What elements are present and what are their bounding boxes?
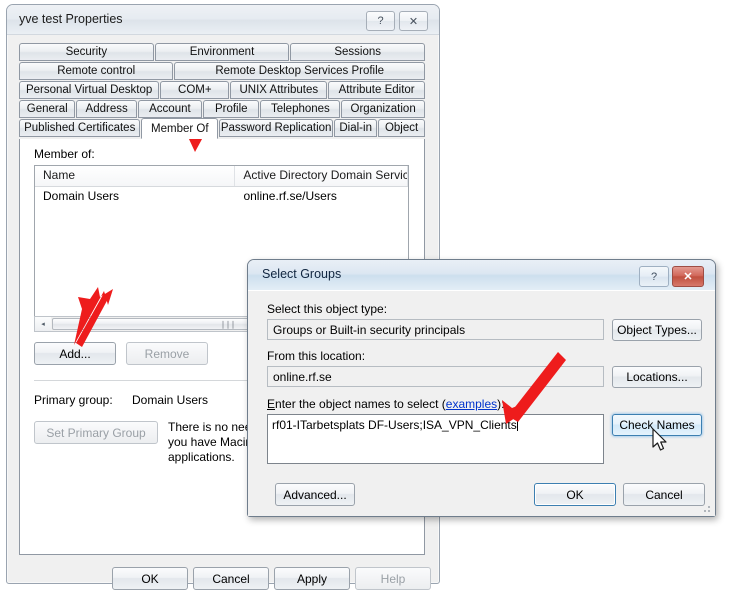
properties-titlebar[interactable]: yve test Properties ? ✕: [7, 5, 439, 35]
tab-remote-desktop-services-profile[interactable]: Remote Desktop Services Profile: [174, 62, 425, 80]
advanced-button[interactable]: Advanced...: [275, 483, 355, 506]
tab-remote-control[interactable]: Remote control: [19, 62, 174, 80]
close-icon[interactable]: ✕: [399, 11, 428, 31]
resize-grip[interactable]: [700, 502, 712, 514]
tab-row: General Address Account Profile Telephones Or…: [19, 100, 425, 118]
object-types-button[interactable]: Object Types...: [612, 319, 702, 341]
tab-row: Published Certificates Member Of Password …: [19, 118, 425, 139]
add-button[interactable]: Add...: [34, 342, 116, 365]
object-names-input[interactable]: rf01-ITarbetsplats DF-Users;ISA_VPN_Clie…: [267, 414, 604, 464]
tab-environment[interactable]: Environment: [154, 43, 290, 61]
tab-strip: Security Environment Sessions Remote contro…: [19, 43, 426, 139]
tab-telephones[interactable]: Telephones: [260, 100, 341, 118]
apply-button[interactable]: Apply: [274, 567, 350, 590]
tab-security[interactable]: Security: [19, 43, 154, 61]
tab-password-replication[interactable]: Password Replication: [219, 119, 334, 137]
tab-profile[interactable]: Profile: [203, 100, 260, 118]
ok-button[interactable]: OK: [112, 567, 188, 590]
object-names-value: rf01-ITarbetsplats DF-Users;ISA_VPN_Clie…: [272, 418, 517, 432]
tab-object[interactable]: Object: [378, 119, 425, 137]
help-icon[interactable]: ?: [639, 266, 669, 287]
object-type-field[interactable]: Groups or Built-in security principals: [267, 319, 604, 340]
select-groups-body: Select this object type: Groups or Built…: [248, 290, 715, 516]
page-title: yve test Properties: [19, 12, 123, 26]
primary-group-value: Domain Users: [132, 393, 209, 407]
primary-group-label: Primary group:: [34, 393, 113, 407]
tab-organization[interactable]: Organization: [341, 100, 425, 118]
tab-row: Personal Virtual Desktop COM+ UNIX Attribu…: [19, 81, 425, 99]
list-cell-location: online.rf.se/Users: [243, 189, 337, 203]
object-names-label-accesskey: E: [267, 397, 276, 411]
check-names-button[interactable]: Check Names: [612, 414, 702, 436]
select-groups-dialog: Select Groups ? ✕ Select this object typ…: [247, 259, 716, 517]
examples-link[interactable]: examples: [446, 397, 497, 411]
list-cell-name: Domain Users: [43, 189, 120, 203]
tab-personal-virtual-desktop[interactable]: Personal Virtual Desktop: [19, 81, 160, 99]
ok-button[interactable]: OK: [534, 483, 616, 506]
object-names-label: Enter the object names to select (exampl…: [267, 397, 504, 411]
from-location-field[interactable]: online.rf.se: [267, 366, 604, 387]
scroll-left-arrow-icon[interactable]: ◂: [35, 317, 51, 331]
tab-general[interactable]: General: [19, 100, 76, 118]
tab-attribute-editor[interactable]: Attribute Editor: [328, 81, 425, 99]
cancel-button[interactable]: Cancel: [623, 483, 705, 506]
cancel-button[interactable]: Cancel: [193, 567, 269, 590]
list-body: Domain Users online.rf.se/Users: [35, 187, 408, 207]
tab-sessions[interactable]: Sessions: [290, 43, 426, 61]
tab-address[interactable]: Address: [76, 100, 137, 118]
tab-member-of[interactable]: Member Of: [141, 118, 219, 139]
object-type-label: Select this object type:: [267, 302, 388, 316]
member-of-label: Member of:: [34, 147, 95, 161]
list-column-header[interactable]: Active Directory Domain Service: [235, 166, 408, 186]
tab-unix-attributes[interactable]: UNIX Attributes: [230, 81, 328, 99]
text-caret: [516, 419, 518, 431]
tab-row: Remote control Remote Desktop Services Pr…: [19, 62, 425, 80]
tab-com[interactable]: COM+: [160, 81, 230, 99]
help-icon[interactable]: ?: [366, 11, 395, 31]
object-names-label-prefix: nter the object names to select (: [275, 397, 446, 411]
object-names-label-suffix: ):: [497, 397, 505, 411]
from-location-label: From this location:: [267, 349, 366, 363]
locations-button[interactable]: Locations...: [612, 366, 702, 388]
tab-published-certificates[interactable]: Published Certificates: [19, 119, 141, 137]
table-row[interactable]: Domain Users online.rf.se/Users: [35, 187, 408, 207]
tab-row: Security Environment Sessions: [19, 43, 426, 61]
remove-button: Remove: [126, 342, 208, 365]
tab-account[interactable]: Account: [137, 100, 203, 118]
help-button: Help: [355, 567, 431, 590]
set-primary-group-button: Set Primary Group: [34, 421, 158, 444]
dialog-title: Select Groups: [262, 267, 342, 281]
list-header-row: Name Active Directory Domain Service: [35, 166, 408, 187]
list-column-header[interactable]: Name: [35, 166, 236, 186]
close-icon[interactable]: ✕: [672, 266, 704, 287]
select-groups-titlebar[interactable]: Select Groups ? ✕: [248, 260, 715, 291]
tab-dial-in[interactable]: Dial-in: [334, 119, 378, 137]
screen: yve test Properties ? ✕ Security Environm…: [0, 0, 735, 604]
